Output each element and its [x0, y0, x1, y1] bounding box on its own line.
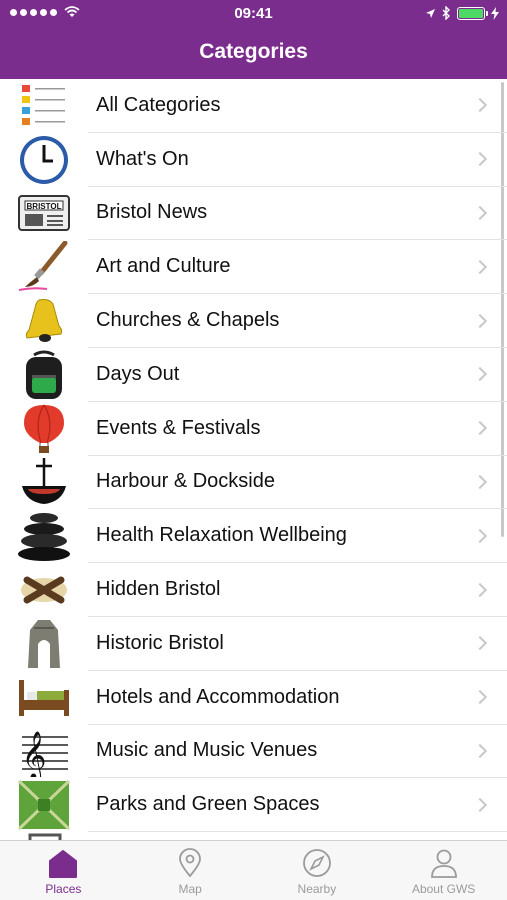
category-row-partial[interactable]: [0, 832, 507, 840]
category-row-days-out[interactable]: Days Out: [0, 348, 507, 402]
bell-icon: [0, 294, 88, 348]
partial-category-icon: [0, 832, 88, 840]
tab-nearby[interactable]: Nearby: [254, 841, 381, 900]
tab-bar: Places Map Nearby About GWS: [0, 840, 507, 900]
treble-clef-icon: 𝄞: [0, 725, 88, 779]
status-bar: 09:41: [0, 0, 507, 28]
charging-icon: [491, 6, 499, 20]
list-icon: [0, 79, 88, 133]
person-icon: [430, 849, 457, 878]
chevron-right-icon: [472, 636, 488, 651]
tab-label: Map: [178, 882, 202, 896]
category-row-harbour[interactable]: Harbour & Dockside: [0, 456, 507, 510]
chevron-right-icon: [472, 259, 488, 274]
chevron-right-icon: [472, 582, 488, 597]
chevron-right-icon: [472, 98, 488, 113]
category-label: Hotels and Accommodation: [96, 685, 340, 708]
balloon-icon: [0, 402, 88, 456]
tab-label: About GWS: [411, 882, 476, 896]
paintbrush-icon: [0, 240, 88, 294]
backpack-icon: [0, 348, 88, 402]
category-label: All Categories: [96, 93, 221, 116]
compass-icon: [302, 849, 331, 877]
category-label: Events & Festivals: [96, 416, 261, 439]
stones-icon: [0, 509, 88, 563]
tab-places[interactable]: Places: [0, 841, 127, 900]
category-row-churches[interactable]: Churches & Chapels: [0, 294, 507, 348]
category-row-events[interactable]: Events & Festivals: [0, 402, 507, 456]
boat-icon: [0, 456, 88, 510]
chevron-right-icon: [472, 205, 488, 221]
category-label: Health Relaxation Wellbeing: [96, 524, 347, 547]
category-label: Harbour & Dockside: [96, 470, 275, 493]
category-row-parks[interactable]: Parks and Green Spaces: [0, 778, 507, 833]
category-list[interactable]: All Categories What's On BRISTOL Bristol…: [0, 79, 507, 840]
bed-icon: [0, 671, 88, 725]
chevron-right-icon: [472, 152, 488, 167]
category-row-bristol-news[interactable]: BRISTOL Bristol News: [0, 187, 507, 241]
house-icon: [49, 850, 78, 878]
bluetooth-icon: [442, 6, 450, 20]
chevron-right-icon: [472, 528, 488, 543]
category-row-historic[interactable]: Historic Bristol: [0, 617, 507, 671]
park-icon: [0, 778, 88, 832]
arch-icon: [0, 617, 88, 671]
location-arrow-icon: [426, 8, 435, 18]
chevron-right-icon: [472, 797, 488, 812]
category-label: Bristol News: [96, 201, 208, 224]
header: 09:41 Categories: [0, 0, 507, 79]
clock-icon: [0, 133, 88, 187]
category-label: Parks and Green Spaces: [96, 793, 320, 816]
chevron-right-icon: [472, 421, 488, 436]
tab-map[interactable]: Map: [127, 841, 254, 900]
category-label: Churches & Chapels: [96, 309, 280, 332]
category-label: Music and Music Venues: [96, 739, 318, 762]
tab-label: Nearby: [297, 882, 337, 896]
chevron-right-icon: [472, 313, 488, 328]
category-row-hidden[interactable]: Hidden Bristol: [0, 563, 507, 617]
treasure-x-icon: [0, 563, 88, 617]
tab-about[interactable]: About GWS: [380, 841, 507, 900]
category-label: Historic Bristol: [96, 631, 224, 654]
category-row-whats-on[interactable]: What's On: [0, 133, 507, 187]
page-title: Categories: [199, 40, 308, 63]
category-row-music[interactable]: 𝄞 Music and Music Venues: [0, 725, 507, 779]
category-row-art-culture[interactable]: Art and Culture: [0, 240, 507, 295]
chevron-right-icon: [472, 367, 488, 382]
newspaper-icon: BRISTOL: [0, 187, 88, 241]
chevron-right-icon: [472, 690, 488, 705]
category-label: Hidden Bristol: [96, 578, 221, 601]
category-row-hotels[interactable]: Hotels and Accommodation: [0, 671, 507, 725]
category-row-all[interactable]: All Categories: [0, 79, 507, 133]
battery-icon: [457, 6, 488, 20]
category-label: What's On: [96, 147, 189, 170]
tab-label: Places: [45, 882, 82, 896]
chevron-right-icon: [472, 743, 488, 759]
chevron-right-icon: [472, 474, 488, 490]
map-pin-icon: [179, 848, 202, 878]
category-row-health[interactable]: Health Relaxation Wellbeing: [0, 509, 507, 564]
category-label: Days Out: [96, 362, 180, 385]
svg-text:𝄞: 𝄞: [22, 730, 47, 777]
category-label: Art and Culture: [96, 255, 231, 278]
svg-text:BRISTOL: BRISTOL: [27, 202, 62, 211]
